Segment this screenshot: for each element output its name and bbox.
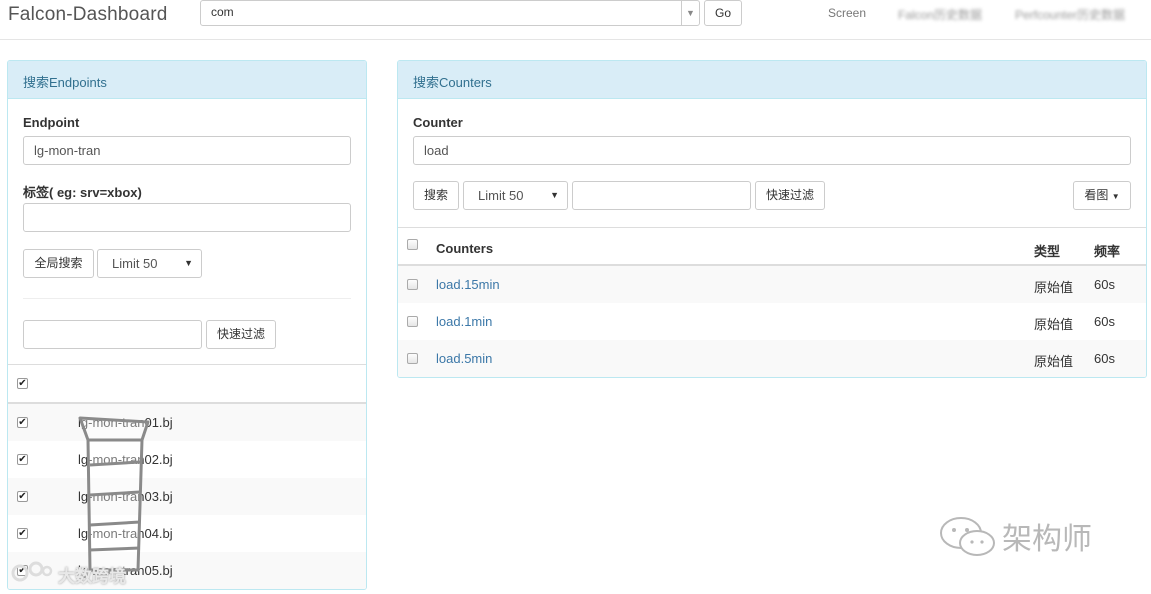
caret-down-icon: ▼ [184, 258, 193, 268]
counter-row-checkbox[interactable] [407, 279, 418, 290]
counter-filter-input[interactable] [572, 181, 751, 210]
counter-quick-filter-button[interactable]: 快速过滤 [755, 181, 825, 210]
counter-label: Counter [413, 115, 463, 130]
endpoint-label: Endpoint [23, 115, 80, 130]
counter-freq: 60s [1094, 277, 1115, 292]
endpoint-row-checkbox[interactable]: ✔ [17, 417, 28, 428]
endpoint-row-checkbox[interactable]: ✔ [17, 454, 28, 465]
endpoints-panel-heading: 搜索Endpoints [8, 61, 366, 99]
endpoint-name: lg-mon-tran03.bj [78, 489, 173, 504]
endpoints-panel: 搜索Endpoints Endpoint lg-mon-tran 标签( eg:… [7, 60, 367, 590]
counter-limit-value: Limit 50 [478, 188, 524, 203]
nav-falcon-history-link[interactable]: Falcon历史数据 [898, 6, 982, 23]
counter-row-checkbox[interactable] [407, 316, 418, 327]
counter-link[interactable]: load.1min [436, 314, 492, 329]
watermark-text-left: 大数跨境 [58, 567, 126, 586]
counter-type: 原始值 [1034, 317, 1074, 332]
select-all-counters-checkbox[interactable] [407, 239, 418, 250]
freq-column-header[interactable]: 频率 [1094, 241, 1120, 260]
endpoint-row-checkbox[interactable]: ✔ [17, 565, 28, 576]
counter-link[interactable]: load.5min [436, 351, 492, 366]
endpoint-row-checkbox[interactable]: ✔ [17, 491, 28, 502]
endpoint-select-value: com [211, 5, 234, 19]
nav-screen-link[interactable]: Screen [828, 6, 866, 20]
tags-label: 标签( eg: srv=xbox) [23, 185, 142, 200]
tags-input[interactable] [23, 203, 351, 232]
divider [8, 364, 366, 365]
caret-down-icon[interactable]: ▼ [681, 1, 699, 25]
brand-logo[interactable]: Falcon-Dashboard [8, 4, 168, 26]
endpoint-select[interactable]: com ▼ [200, 0, 700, 26]
counter-type: 原始值 [1034, 280, 1074, 295]
endpoint-quick-filter-button[interactable]: 快速过滤 [206, 320, 276, 349]
counter-search-button[interactable]: 搜索 [413, 181, 459, 210]
counter-input[interactable]: load [413, 136, 1131, 165]
endpoint-limit-select[interactable]: Limit 50 ▼ [97, 249, 202, 278]
table-row: ✔ lg-mon-tran04.bj [8, 515, 366, 552]
view-graph-label: 看图 [1084, 188, 1109, 202]
table-row: load.15min 原始值 60s [398, 266, 1146, 303]
endpoint-limit-value: Limit 50 [112, 256, 158, 271]
divider [398, 227, 1146, 228]
caret-down-icon: ▼ [550, 190, 559, 200]
table-row: ✔ lg-mon-tran01.bj [8, 404, 366, 441]
divider [23, 298, 351, 299]
counters-panel-heading: 搜索Counters [398, 61, 1146, 99]
counter-freq: 60s [1094, 314, 1115, 329]
table-row: ✔ lg-mon-tran03.bj [8, 478, 366, 515]
wechat-icon [940, 517, 995, 556]
caret-down-icon: ▼ [1111, 192, 1120, 201]
endpoint-row-checkbox[interactable]: ✔ [17, 528, 28, 539]
view-graph-dropdown-button[interactable]: 看图 ▼ [1073, 181, 1131, 210]
table-row: load.1min 原始值 60s [398, 303, 1146, 340]
top-navbar: Falcon-Dashboard com ▼ Go Screen Falcon历… [0, 0, 1151, 40]
counter-type: 原始值 [1034, 354, 1074, 369]
endpoint-name: lg-mon-tran02.bj [78, 452, 173, 467]
counters-column-header[interactable]: Counters [436, 241, 493, 256]
counter-row-checkbox[interactable] [407, 353, 418, 364]
select-all-endpoints-checkbox[interactable]: ✔ [17, 378, 28, 389]
endpoint-input[interactable]: lg-mon-tran [23, 136, 351, 165]
counter-link[interactable]: load.15min [436, 277, 500, 292]
endpoint-name: lg-mon-tran01.bj [78, 415, 173, 430]
counter-freq: 60s [1094, 351, 1115, 366]
global-search-button[interactable]: 全局搜索 [23, 249, 94, 278]
counter-limit-select[interactable]: Limit 50 ▼ [463, 181, 568, 210]
type-column-header[interactable]: 类型 [1034, 241, 1060, 260]
nav-perfcounter-history-link[interactable]: Perfcounter历史数据 [1015, 6, 1125, 23]
counters-panel: 搜索Counters Counter load 搜索 Limit 50 ▼ 快速… [397, 60, 1147, 378]
endpoint-name: lg-mon-tran04.bj [78, 526, 173, 541]
table-row: load.5min 原始值 60s [398, 340, 1146, 377]
endpoint-filter-input[interactable] [23, 320, 202, 349]
watermark-text-right: 架构师 [1002, 523, 1092, 556]
go-button[interactable]: Go [704, 0, 742, 26]
table-row: ✔ lg-mon-tran02.bj [8, 441, 366, 478]
